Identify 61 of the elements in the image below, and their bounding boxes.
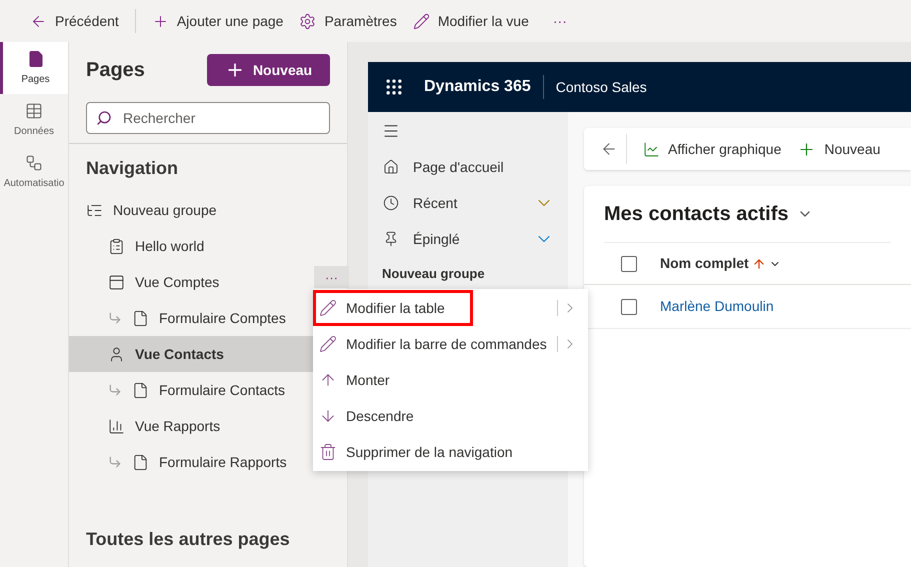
- area-name: Contoso Sales: [556, 78, 647, 96]
- navigation-label: Vue Contacts: [135, 344, 224, 364]
- navigation-label: Hello world: [135, 236, 204, 256]
- home-icon: [383, 159, 399, 175]
- chart-icon: [643, 140, 660, 158]
- app-name: Dynamics 365: [424, 77, 531, 97]
- panel-title: Pages: [86, 58, 145, 83]
- navigation-label: Nouveau groupe: [113, 200, 217, 220]
- toolbar-button[interactable]: Modifier la vue: [412, 10, 529, 32]
- person-icon: [108, 346, 125, 362]
- pencil-icon: [412, 12, 430, 30]
- trash-icon: [319, 443, 337, 461]
- pencil-icon: [319, 335, 337, 353]
- navigation-label: Vue Rapports: [135, 416, 220, 436]
- app-launcher-icon[interactable]: [384, 77, 404, 97]
- document-icon: [132, 310, 149, 326]
- clock-icon: [383, 195, 399, 211]
- chart-icon: [108, 418, 125, 434]
- row-checkbox[interactable]: [621, 298, 637, 314]
- toolbar-button[interactable]: Précédent: [30, 10, 119, 32]
- new-button[interactable]: Nouveau: [207, 54, 330, 86]
- command-button[interactable]: Afficher graphique: [643, 138, 782, 160]
- navigation-label: Formulaire Comptes: [159, 308, 286, 328]
- sitemap-item[interactable]: Épinglé: [368, 221, 568, 257]
- navigation-item[interactable]: Hello world: [69, 228, 347, 264]
- rail-tab[interactable]: Pages: [0, 42, 68, 94]
- toolbar-button[interactable]: ···: [544, 10, 575, 32]
- settings-icon: [299, 12, 316, 30]
- child-arrow-icon: [108, 311, 122, 325]
- navigation-label: Formulaire Contacts: [159, 380, 286, 400]
- search-field[interactable]: Rechercher: [86, 102, 330, 134]
- sitemap-item[interactable]: Page d'accueil: [368, 149, 568, 185]
- select-all-checkbox[interactable]: [621, 256, 637, 272]
- document-icon: [132, 454, 149, 470]
- toolbar-button[interactable]: Paramètres: [299, 10, 397, 32]
- search-icon: [96, 110, 112, 126]
- navigation-item[interactable]: Nouveau groupe: [69, 192, 347, 228]
- rail-tab[interactable]: Données: [0, 94, 68, 146]
- child-arrow-icon: [108, 455, 122, 469]
- more-button[interactable]: ···: [314, 266, 349, 288]
- table-icon: [25, 102, 43, 120]
- child-arrow-icon: [108, 383, 122, 397]
- column-header[interactable]: Nom complet: [660, 253, 749, 274]
- pin-icon: [383, 231, 399, 247]
- pencil-icon: [319, 299, 337, 317]
- rail-tab[interactable]: Automatisatio: [0, 146, 68, 198]
- section-heading: Toutes les autres pages: [85, 528, 291, 551]
- command-button[interactable]: Nouveau: [797, 138, 880, 160]
- clipboard-icon: [108, 238, 125, 254]
- contact-link[interactable]: Marlène Dumoulin: [660, 296, 774, 317]
- section-heading: Navigation: [85, 157, 180, 180]
- sitemap-item[interactable]: Récent: [368, 185, 568, 221]
- view-title[interactable]: Mes contacts actifs: [604, 199, 789, 229]
- page-icon: [26, 50, 44, 68]
- flow-icon: [25, 154, 43, 172]
- navigation-label: Vue Comptes: [135, 272, 220, 292]
- sitemap-group-label: Nouveau groupe: [381, 265, 486, 283]
- view-icon: [108, 274, 125, 290]
- document-icon: [132, 382, 149, 398]
- toolbar-button[interactable]: Ajouter une page: [152, 10, 284, 32]
- navigation-label: Formulaire Rapports: [159, 452, 287, 472]
